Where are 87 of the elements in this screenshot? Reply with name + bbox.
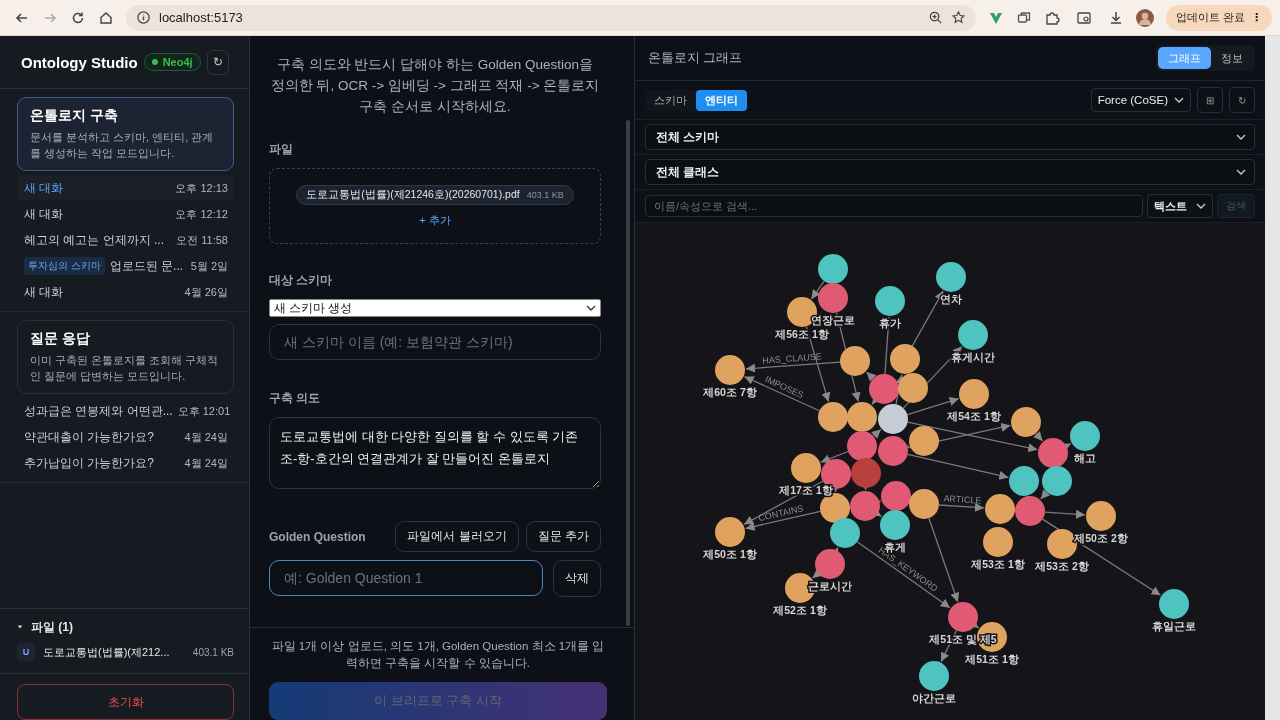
fit-button[interactable]: ⊞ (1197, 87, 1223, 113)
file-size: 403.1 KB (526, 189, 564, 200)
section-label: 구축 의도 (269, 390, 322, 407)
conversation-title: 추가납입이 가능한가요? (24, 454, 154, 472)
edge-label: HAS_CLAUSE (761, 351, 823, 366)
conversation-time: 오후 12:13 (175, 180, 228, 196)
conversation-item[interactable]: 새 대화 4월 26일 (17, 279, 234, 305)
hint-text: 파일 1개 이상 업로드, 의도 1개, Golden Question 최소 1개를 입력하면 구축을 시작할 수 있습니다. (270, 639, 606, 671)
refresh-button[interactable]: ↻ (206, 49, 229, 75)
file-name[interactable]: 도로교통법(법률)(제212... (43, 644, 170, 660)
conversation-item[interactable]: 성과급은 연봉제와 어떤관... 오후 12:01 (17, 398, 234, 424)
schema-select[interactable]: 새 스키마 생성 (269, 299, 601, 317)
section-label: Golden Question (269, 529, 366, 544)
intro-text: 구축 의도와 반드시 답해야 하는 Golden Question을 정의한 뒤, OCR -> 임베딩 -> 그래프 적재 -> 온톨로지 구축 순서로 시작하세요. (269, 56, 601, 116)
mode-title: 온톨로지 구축 (30, 107, 119, 125)
search-type-select[interactable]: 텍스트 (1147, 194, 1213, 218)
schema-tag: 투자심의 스키마 (24, 257, 105, 275)
conversation-time: 오후 12:01 (177, 403, 231, 419)
conversation-time: 오후 12:12 (175, 206, 228, 222)
section-label: 파일 (269, 141, 294, 158)
node-label: 제56조 1항 (775, 328, 829, 340)
conversation-time: 오전 11:58 (176, 232, 228, 248)
conversation-time: 5월 2일 (190, 258, 228, 274)
reset-button[interactable]: 초기화 (17, 684, 234, 720)
file-dropzone[interactable]: 도로교통법(법률)(제21246호)(20260701).pdf 403.1 KB + 추가 (269, 168, 601, 244)
mode-tab[interactable]: 스키마 (645, 89, 696, 111)
node-label: 휴일근로 (1152, 620, 1196, 632)
conversation-title: 약관대출이 가능한가요? (24, 428, 154, 446)
status-badge: Neo4j (143, 53, 201, 71)
mode-card[interactable]: 온톨로지 구축 문서를 분석하고 스키마, 엔티티, 관계를 생성하는 작업 모드입니다. (17, 97, 234, 171)
file-badge: U (17, 643, 35, 661)
mode-title: 질문 응답 (30, 330, 91, 348)
conversation-item[interactable]: 약관대출이 가능한가요? 4월 24일 (17, 424, 234, 450)
conversation-title: 새 대화 (24, 205, 64, 223)
view-tab[interactable]: 정보 (1211, 47, 1253, 69)
delete-button[interactable]: 삭제 (553, 560, 601, 597)
conversation-title: 새 대화 (24, 179, 64, 197)
update-button[interactable]: 업데이트 완료 ⋮ (1165, 4, 1272, 31)
node-label: 제17조 1항 (779, 484, 833, 496)
file-name: 도로교통법(법률)(제21246호)(20260701).pdf (306, 187, 520, 202)
file-size: 403.1 KB (192, 646, 234, 658)
conversation-item[interactable]: 추가납입이 가능한가요? 4월 24일 (17, 450, 234, 476)
conversation-time: 4월 26일 (184, 284, 228, 300)
menu-icon[interactable]: ⋮ (1251, 11, 1262, 24)
files-toggle[interactable]: 파일 (1) (17, 617, 234, 637)
intent-field[interactable]: 도로교통법에 대한 다양한 질의를 할 수 있도록 기존 조-항-호간의 연결관계가 잘 만들어진 온톨로지 (269, 417, 601, 489)
edge-label: ARTICLE (943, 493, 982, 506)
app-title: Ontology Studio (21, 53, 138, 71)
mode-description: 문서를 분석하고 스키마, 엔티티, 관계를 생성하는 작업 모드입니다. (30, 130, 215, 161)
conversation-item[interactable]: 투자심의 스키마 업로드된 문... 5월 2일 (17, 253, 234, 279)
conversation-time: 4월 24일 (184, 455, 228, 471)
node-label: 제60조 7항 (703, 386, 757, 398)
node-label: 제51조 및 제5 (929, 633, 997, 645)
address-bar[interactable]: localhost:5173 (126, 4, 976, 31)
add-file-link[interactable]: + 추가 (419, 212, 451, 228)
conversation-item[interactable]: 새 대화 오후 12:13 (17, 175, 234, 201)
node-label: 제54조 1항 (947, 410, 1001, 422)
class-filter[interactable]: 전체 클래스 (645, 159, 1255, 185)
node-label: 제52조 1항 (773, 604, 827, 616)
node-label: 제53조 2항 (1035, 560, 1089, 572)
search-field[interactable]: 이름/속성으로 검색... (645, 195, 1143, 217)
node-label: 제50조 2항 (1074, 532, 1128, 544)
mode-card[interactable]: 질문 응답 이미 구축된 온톨로지를 조회해 구체적인 질문에 답변하는 모드입니다. (17, 320, 234, 394)
schema-name-field[interactable]: 새 스키마 이름 (예: 보험약관 스키마) (269, 324, 601, 360)
conversation-time: 4월 24일 (184, 429, 228, 445)
load-button[interactable]: 파일에서 불러오기 (395, 521, 519, 552)
section-label: 대상 스키마 (269, 272, 334, 289)
mode-description: 이미 구축된 온톨로지를 조회해 구체적인 질문에 답변하는 모드입니다. (30, 353, 220, 384)
panel-title: 온톨로지 그래프 (648, 49, 743, 67)
node-label: 제53조 1항 (971, 558, 1025, 570)
conversation-item[interactable]: 새 대화 오후 12:12 (17, 201, 234, 227)
refresh-button[interactable]: ↻ (1229, 87, 1255, 113)
schema-filter[interactable]: 전체 스키마 (645, 124, 1255, 150)
node-label: 연차 (940, 293, 962, 305)
layout-select[interactable]: Force (CoSE) (1090, 88, 1191, 112)
question-field[interactable]: 예: Golden Question 1 (269, 560, 543, 596)
conversation-item[interactable]: 헤고의 예고는 언제까지 ... 오전 11:58 (17, 227, 234, 253)
node-label: 야간근로 (912, 692, 956, 704)
node-label: 제50조 1항 (703, 548, 757, 560)
conversation-title: 헤고의 예고는 언제까지 ... (24, 231, 164, 249)
conversation-title: 새 대화 (24, 283, 64, 301)
node-label: 해고 (1074, 452, 1096, 464)
conversation-title: 업로드된 문... (109, 257, 184, 275)
node-label: 제51조 1항 (965, 653, 1019, 665)
add-question-button[interactable]: 질문 추가 (525, 521, 601, 552)
node-label: 휴게시간 (951, 351, 995, 363)
conversation-title: 성과급은 연봉제와 어떤관... (24, 402, 173, 420)
